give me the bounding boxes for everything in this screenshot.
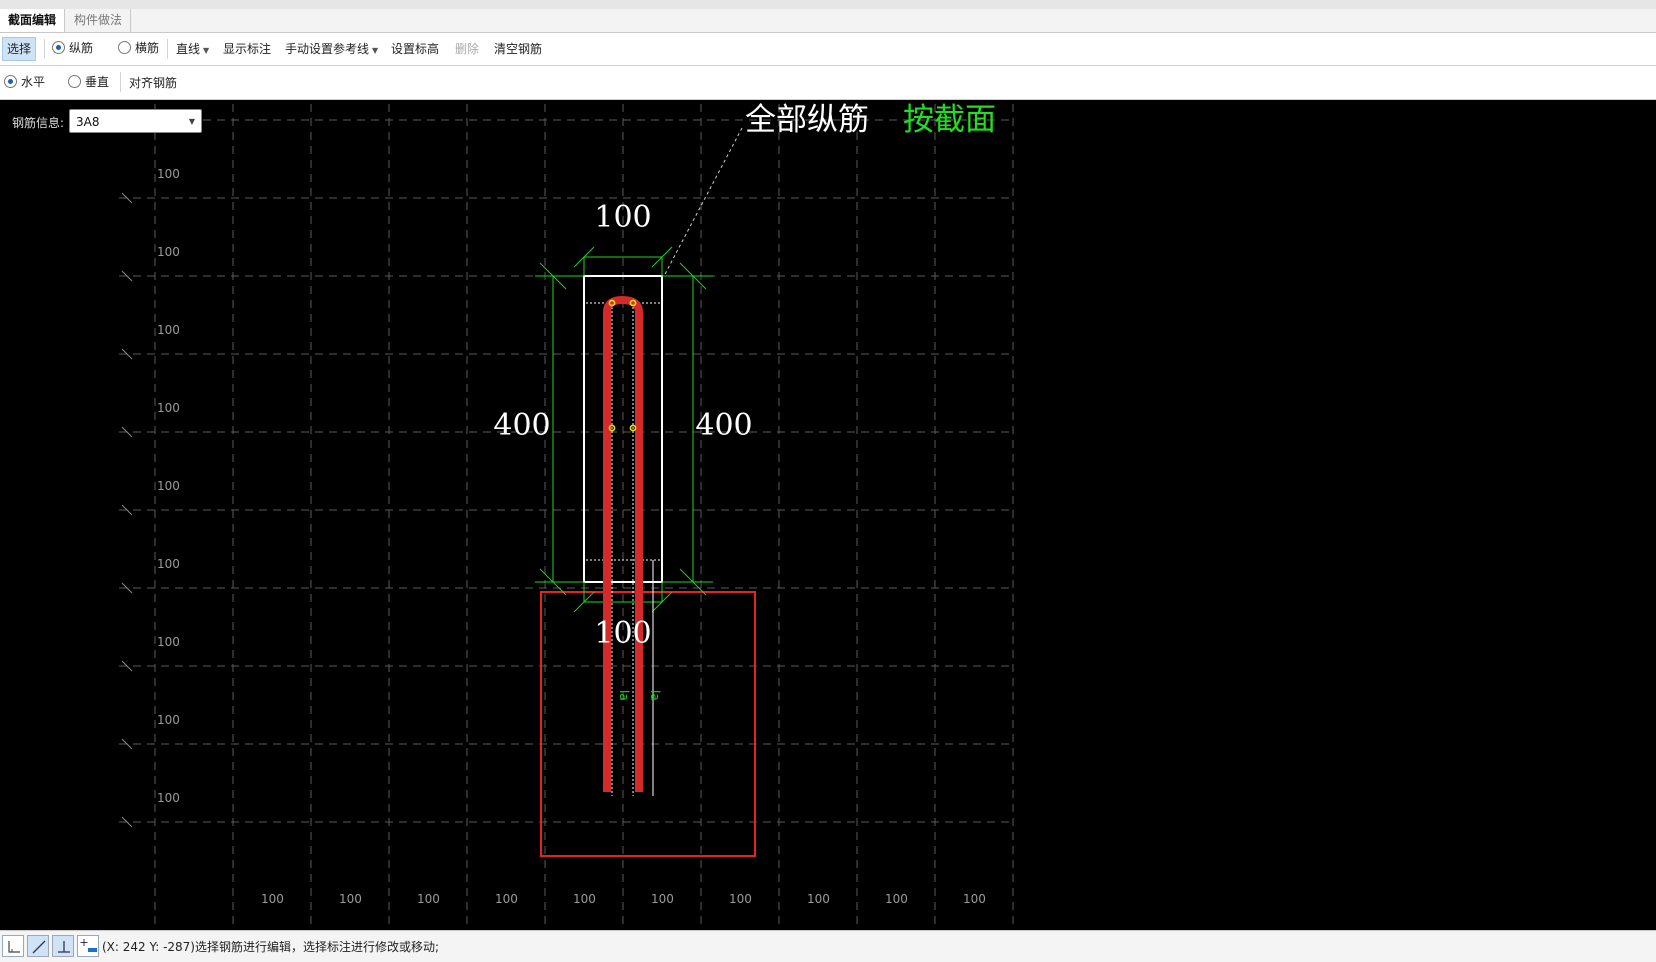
manual-reference-dropdown[interactable]: 手动设置参考线 ▼: [282, 38, 381, 60]
add-point-button[interactable]: [77, 935, 99, 957]
grid-label-left: 100: [157, 323, 180, 337]
grid-label-left: 100: [157, 167, 180, 181]
tab-bar: 截面编辑 构件做法: [0, 9, 1656, 33]
chevron-down-icon: ▼: [188, 117, 195, 126]
grid-label-left: 100: [157, 557, 180, 571]
leader-line: [663, 127, 743, 277]
secondary-toolbar: 水平 垂直 对齐钢筋: [0, 66, 1656, 100]
grid-label-bottom: 100: [495, 892, 518, 906]
rebar-type-label[interactable]: 全部纵筋: [745, 102, 869, 138]
dim-top-text[interactable]: 100: [594, 200, 651, 235]
grid-label-bottom: 100: [963, 892, 986, 906]
toolbar-divider: [167, 39, 168, 59]
radio-unchecked-icon: [68, 75, 81, 88]
delete-button[interactable]: 删除: [452, 38, 482, 60]
radio-horizontal[interactable]: 水平: [4, 72, 45, 92]
show-dimension-button[interactable]: 显示标注: [220, 38, 274, 60]
edit-mode-label[interactable]: 按截面: [903, 102, 996, 138]
radio-transverse-label: 横筋: [135, 41, 160, 55]
drawing-canvas[interactable]: 100 100 100 100 100 100 100 100 100 100 100 100 100 1…: [0, 100, 1656, 930]
toolbar-divider: [44, 39, 45, 59]
status-text: (X: 242 Y: -287)选择钢筋进行编辑，选择标注进行修改或移动;: [102, 940, 440, 954]
status-bar: (X: 242 Y: -287)选择钢筋进行编辑，选择标注进行修改或移动;: [0, 930, 1656, 962]
grid-label-left: 100: [157, 401, 180, 415]
manual-reference-label: 手动设置参考线: [285, 42, 370, 56]
rebar-info-value: 3A8: [76, 115, 100, 129]
radio-vertical-label: 垂直: [85, 75, 110, 89]
radio-checked-icon: [52, 41, 65, 54]
line-dropdown[interactable]: 直线 ▼: [173, 38, 212, 60]
line-mode-icon: [32, 940, 46, 954]
clear-rebar-button[interactable]: 清空钢筋: [491, 38, 545, 60]
radio-transverse[interactable]: 横筋: [118, 38, 159, 58]
chevron-down-icon: ▼: [372, 46, 379, 55]
grid-label-left: 100: [157, 791, 180, 805]
dim-bottom-text[interactable]: 100: [594, 616, 651, 651]
grid-label-left: 100: [157, 635, 180, 649]
grid-label-bottom: 100: [261, 892, 284, 906]
main-toolbar: 选择 纵筋 横筋 直线 ▼ 显示标注 手动设置参考线 ▼ 设置标高 删除 清空钢筋: [0, 33, 1656, 66]
radio-vertical[interactable]: 垂直: [68, 72, 109, 92]
radio-longitudinal[interactable]: 纵筋: [52, 38, 93, 58]
anchor-label-1: la: [617, 690, 631, 701]
anchor-label-2: la: [648, 690, 662, 701]
radio-checked-icon: [4, 75, 17, 88]
radio-longitudinal-label: 纵筋: [69, 41, 94, 55]
grid-label-bottom: 100: [651, 892, 674, 906]
grid-label-bottom: 100: [339, 892, 362, 906]
add-point-icon: [80, 939, 97, 952]
dim-left-text[interactable]: 400: [493, 408, 550, 443]
set-elevation-button[interactable]: 设置标高: [388, 38, 442, 60]
section-drawing[interactable]: 100 100 100 100 100 100 100 100 100 100 100 100 100 1…: [0, 100, 1656, 930]
grid-label-left: 100: [157, 713, 180, 727]
select-button[interactable]: 选择: [2, 37, 37, 61]
grid-label-bottom: 100: [573, 892, 596, 906]
perpendicular-icon: [58, 941, 70, 953]
line-dropdown-label: 直线: [176, 42, 201, 56]
radio-horizontal-label: 水平: [21, 75, 46, 89]
ortho-mode-button[interactable]: [2, 935, 24, 957]
dim-right-text[interactable]: 400: [695, 408, 752, 443]
grid-label-bottom: 100: [885, 892, 908, 906]
chevron-down-icon: ▼: [203, 46, 210, 55]
grid: [119, 104, 1014, 930]
line-mode-button[interactable]: [27, 935, 49, 957]
tab-section-edit[interactable]: 截面编辑: [0, 9, 66, 32]
toolbar-divider: [120, 72, 121, 92]
grid-label-left: 100: [157, 479, 180, 493]
grid-label-bottom: 100: [807, 892, 830, 906]
radio-unchecked-icon: [118, 41, 131, 54]
ortho-mode-icon: [8, 941, 20, 953]
grid-label-bottom: 100: [417, 892, 440, 906]
grid-label-bottom: 100: [729, 892, 752, 906]
perpendicular-button[interactable]: [52, 935, 74, 957]
grid-label-left: 100: [157, 245, 180, 259]
rebar-info-label: 钢筋信息:: [12, 116, 65, 130]
tab-component-method[interactable]: 构件做法: [66, 9, 132, 32]
grid-labels: 100 100 100 100 100 100 100 100 100 100 100 100 100 1…: [157, 167, 986, 906]
rebar-info-select[interactable]: 3A8 ▼: [69, 109, 202, 133]
align-rebar-button[interactable]: 对齐钢筋: [126, 72, 180, 94]
